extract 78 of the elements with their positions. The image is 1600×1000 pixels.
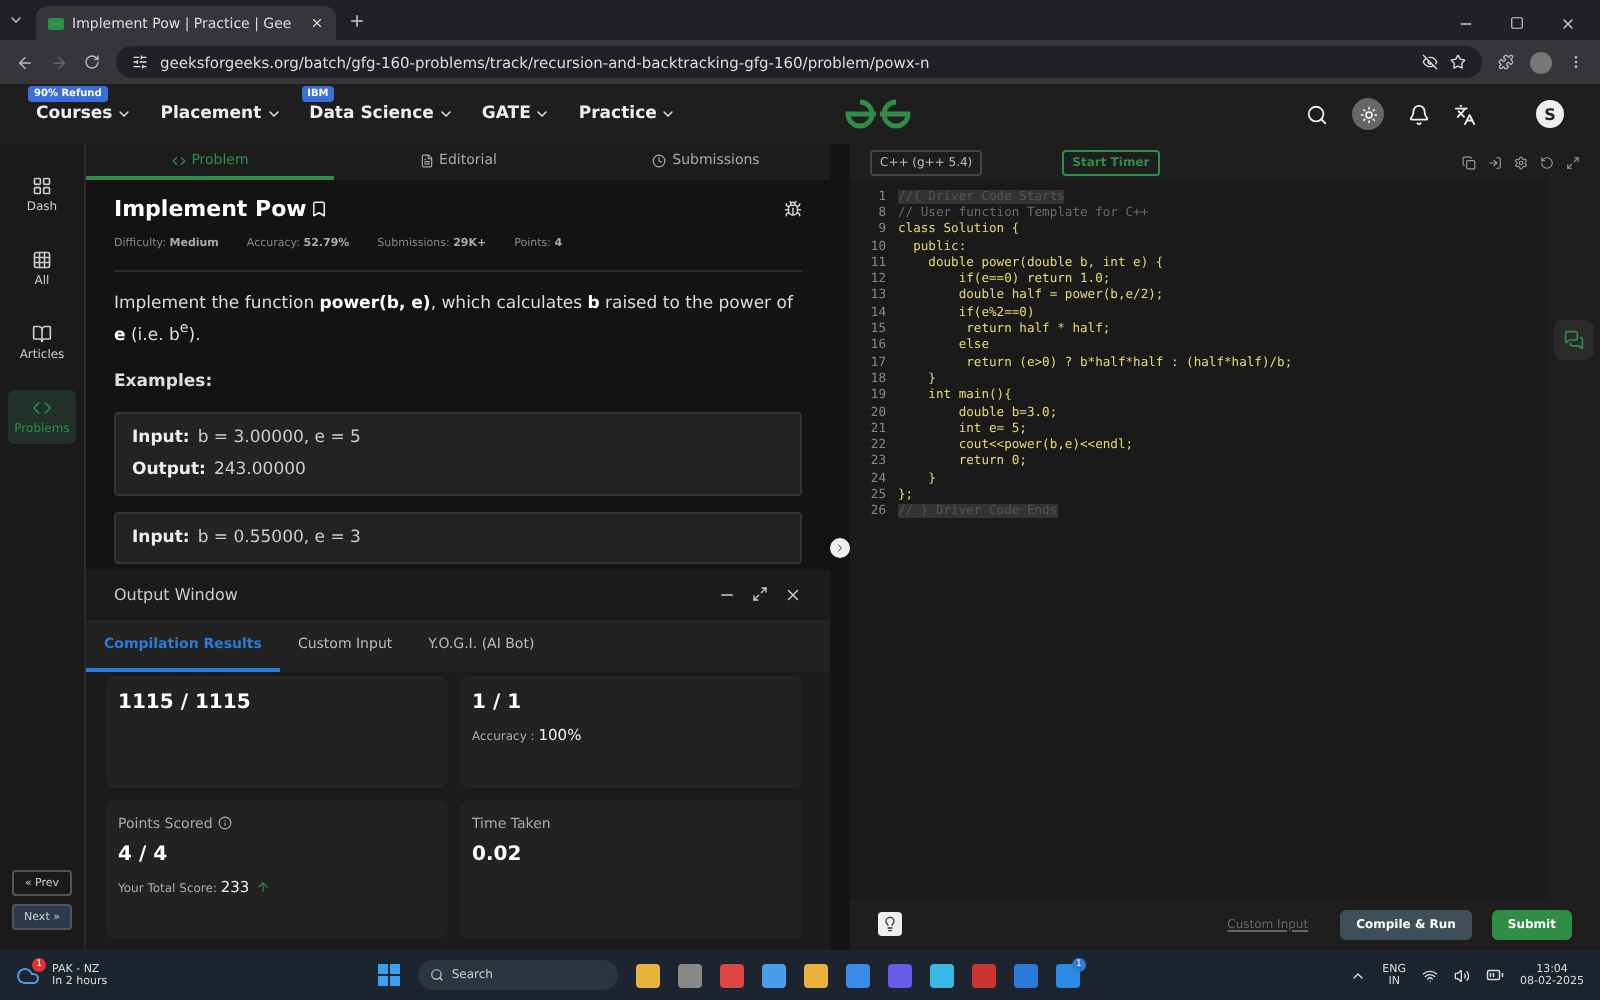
nav-menu-item[interactable]: Placement (160, 104, 282, 124)
weather-icon[interactable] (16, 963, 40, 987)
tab-list-icon[interactable] (8, 12, 24, 28)
close-icon[interactable] (1560, 16, 1576, 32)
extensions-icon[interactable] (1498, 54, 1514, 70)
new-tab-icon[interactable] (348, 11, 366, 29)
bookmark-icon[interactable] (310, 200, 329, 218)
grid-icon (32, 176, 52, 196)
chat-button[interactable] (1554, 320, 1594, 360)
battery-icon[interactable] (1486, 966, 1505, 984)
app-icon[interactable] (719, 963, 744, 987)
up-arrow-icon (255, 879, 270, 893)
search-icon (429, 968, 444, 982)
close-icon[interactable] (784, 586, 802, 604)
restore-icon[interactable] (1510, 16, 1524, 30)
app-icon[interactable] (803, 963, 828, 987)
chevron-down-icon (660, 106, 677, 122)
windows-start-icon[interactable] (377, 964, 400, 986)
app-icon[interactable] (677, 963, 702, 987)
info-icon[interactable] (218, 816, 233, 830)
logo-icon[interactable] (844, 98, 913, 130)
site-settings-icon[interactable] (132, 54, 148, 70)
close-icon[interactable] (310, 16, 324, 30)
app-icon[interactable] (761, 963, 786, 987)
grid-icon (32, 250, 52, 270)
chevron-right-icon (834, 541, 846, 553)
site-favicon-icon (48, 17, 64, 29)
example-line: Output: 243.00000 (132, 460, 308, 481)
nav-menu-item[interactable]: Practice (578, 104, 677, 124)
code-icon (171, 153, 186, 167)
profile-avatar[interactable] (1530, 51, 1552, 73)
book-icon (32, 324, 52, 344)
example-line: Input: b = 0.55000, e = 3 (132, 528, 363, 549)
user-avatar[interactable]: S (1536, 100, 1564, 128)
fullscreen-icon[interactable] (1566, 155, 1580, 169)
examples-heading: Examples: (114, 372, 215, 393)
clock-icon (652, 153, 667, 167)
volume-icon[interactable] (1454, 967, 1471, 983)
card-value: 0.02 (472, 843, 524, 865)
lightbulb-icon (882, 916, 898, 932)
import-icon[interactable] (1488, 155, 1502, 169)
sun-icon (1359, 105, 1377, 123)
output-window-title: Output Window (114, 586, 238, 604)
reset-icon[interactable] (1540, 155, 1554, 169)
resize-handle[interactable] (830, 537, 850, 557)
chevron-down-icon (265, 106, 282, 122)
app-icon[interactable] (929, 963, 954, 987)
reload-icon[interactable] (84, 54, 100, 70)
chevron-down-icon (116, 106, 133, 122)
problem-title: Implement Pow (114, 196, 307, 222)
example-line: Input: b = 3.00000, e = 5 (132, 428, 363, 449)
hint-button[interactable] (878, 912, 902, 936)
app-icon[interactable] (1055, 963, 1080, 987)
language-icon[interactable] (1454, 103, 1476, 125)
app-icon[interactable] (1013, 963, 1038, 987)
card-value: 4 / 4 (118, 843, 170, 865)
problem-description: Implement the function power(b, e), which calculates b raised to the power of e (i.e. b$^{e}$). (114, 292, 796, 349)
chat-icon (1564, 330, 1584, 350)
expand-icon[interactable] (752, 586, 768, 602)
chevron-down-icon (534, 106, 551, 122)
bug-icon[interactable] (784, 200, 802, 218)
settings-icon[interactable] (1514, 155, 1528, 169)
code-icon (32, 398, 52, 418)
star-icon[interactable] (1450, 54, 1466, 70)
card-value: 1115 / 1115 (118, 692, 253, 714)
document-icon (419, 153, 434, 167)
wifi-icon[interactable] (1422, 967, 1439, 983)
nav-menu-item[interactable]: GATE (481, 104, 551, 124)
theme-toggle-button[interactable] (1352, 98, 1384, 130)
bell-icon[interactable] (1408, 103, 1430, 125)
copy-icon[interactable] (1462, 155, 1476, 169)
chevron-down-icon (437, 106, 454, 122)
eye-off-icon[interactable] (1422, 54, 1438, 70)
back-icon[interactable] (16, 53, 34, 71)
app-icon[interactable] (845, 963, 870, 987)
search-icon[interactable] (1306, 103, 1328, 125)
card-value: 1 / 1 (472, 692, 524, 714)
app-icon[interactable] (635, 963, 660, 987)
